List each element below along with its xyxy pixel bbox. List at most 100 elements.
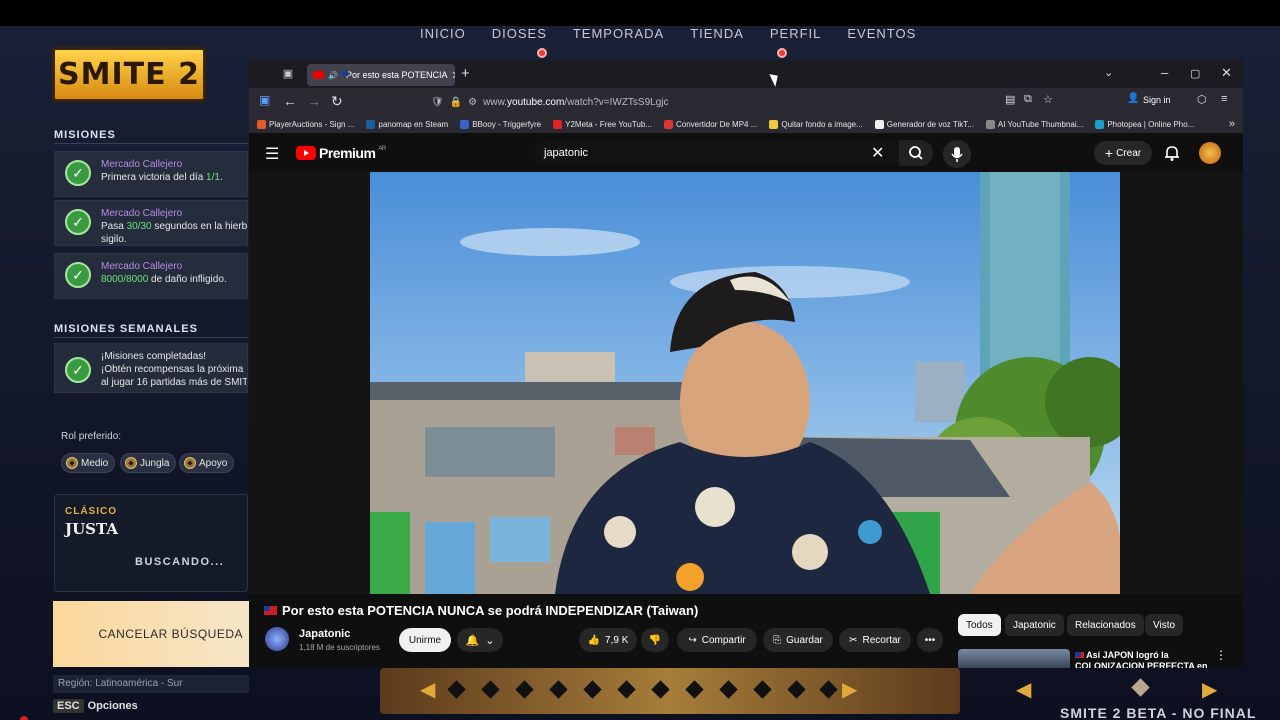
picture-in-picture-icon[interactable]: ⧉ — [1024, 93, 1032, 106]
chevron-down-icon[interactable]: ⌄ — [1104, 66, 1113, 79]
game-nav-tienda[interactable]: TIENDA — [690, 26, 744, 41]
lock-icon[interactable]: 🔒 — [450, 97, 462, 108]
more-actions-button[interactable]: ••• — [917, 628, 943, 652]
sign-in-button[interactable]: Sign in — [1143, 95, 1171, 105]
chip-relacionados[interactable]: Relacionados — [1067, 614, 1144, 636]
bookmark-item[interactable]: Convertidor De MP4 ... — [664, 120, 757, 129]
region-label: Región: Latinoamérica - Sur — [53, 675, 249, 693]
avatar[interactable] — [1199, 142, 1221, 164]
divider — [54, 143, 248, 144]
maximize-icon[interactable]: ▢ — [1190, 67, 1200, 80]
clear-search-icon[interactable]: ✕ — [871, 143, 884, 163]
chip-japatonic[interactable]: Japatonic — [1005, 614, 1064, 636]
extensions-icon[interactable]: ⬡ — [1197, 93, 1207, 106]
save-button[interactable]: ⎘ Guardar — [763, 628, 833, 652]
bookmark-item[interactable]: AI YouTube Thumbnai... — [985, 120, 1083, 129]
chip-visto[interactable]: Visto — [1145, 614, 1184, 636]
cancel-search-button[interactable]: CANCELAR BÚSQUEDA — [53, 601, 249, 667]
check-icon: ✓ — [65, 262, 91, 288]
record-indicator-icon — [20, 716, 28, 720]
share-button[interactable]: ↪ Compartir — [677, 628, 757, 652]
url-bar[interactable]: 🛡 🔒 ⚙ www.youtube.com/watch?v=IWZTsS9Lgj… — [423, 92, 1073, 112]
tab-youtube[interactable]: 🔊 Por esto esta POTENCIA ✕ — [307, 64, 455, 86]
youtube-logo[interactable]: Premium AR — [296, 145, 386, 161]
bell-icon — [1165, 146, 1179, 161]
game-nav-eventos[interactable]: EVENTOS — [847, 26, 916, 41]
subscription-bell-button[interactable]: 🔔 ⌄ — [457, 628, 503, 652]
role-icon: ◆ — [66, 457, 78, 469]
forward-icon[interactable]: → — [307, 93, 321, 109]
esc-options[interactable]: ESC Opciones — [53, 699, 138, 713]
chip-todos[interactable]: Todos — [958, 614, 1001, 636]
close-window-icon[interactable]: ✕ — [1221, 65, 1232, 81]
bookmarks-bar: PlayerAuctions - Sign ... panomap en Ste… — [249, 116, 1243, 134]
notifications-button[interactable] — [1164, 144, 1180, 167]
menu-icon[interactable]: ≡ — [1221, 93, 1227, 105]
reader-view-icon[interactable]: ▤ — [1005, 93, 1015, 106]
star-icon[interactable]: ☆ — [1043, 93, 1053, 106]
youtube-header: ☰ Premium AR japatonic ✕ + Crear — [249, 134, 1243, 172]
bookmark-item[interactable]: BBooy - Triggerfyre — [460, 120, 541, 129]
queue-type: CLÁSICO — [65, 506, 117, 517]
create-label: Crear — [1116, 147, 1142, 159]
queue-status: BUSCANDO... — [135, 556, 225, 568]
dislike-button[interactable]: 👎 — [641, 628, 669, 652]
video-player[interactable] — [370, 172, 1120, 594]
close-tab-icon[interactable]: ✕ — [452, 69, 455, 82]
esc-key: ESC — [53, 699, 84, 713]
bookmark-item[interactable]: PlayerAuctions - Sign ... — [257, 120, 354, 129]
search-button[interactable] — [899, 140, 933, 166]
chevron-left-icon[interactable]: ◀ — [1016, 677, 1031, 702]
bookmark-item[interactable]: Photopea | Online Pho... — [1095, 120, 1194, 129]
clip-label: Recortar — [862, 634, 901, 646]
recommended-title[interactable]: Así JAPON logró la COLONIZACION PERFECTA… — [1075, 650, 1215, 668]
new-tab-icon[interactable]: + — [461, 65, 470, 82]
bookmark-item[interactable]: Generador de voz TikT... — [874, 120, 974, 129]
hamburger-menu-icon[interactable]: ☰ — [265, 144, 279, 164]
clip-button[interactable]: ✂ Recortar — [839, 628, 911, 652]
permissions-icon[interactable]: ⚙ — [468, 97, 477, 108]
join-button[interactable]: Unirme — [399, 628, 451, 652]
bookmark-favicon-icon — [664, 120, 673, 129]
channel-avatar[interactable] — [265, 627, 289, 651]
bookmark-item[interactable]: Y2Meta - Free YouTub... — [553, 120, 652, 129]
sidebar-icon[interactable]: ▣ — [259, 93, 270, 107]
save-label: Guardar — [786, 634, 823, 646]
game-nav-dioses[interactable]: DIOSES — [492, 26, 547, 41]
plus-icon: + — [1104, 145, 1114, 161]
role-apoyo[interactable]: ◆ Apoyo — [179, 453, 235, 473]
shield-icon[interactable]: 🛡 — [431, 97, 444, 108]
chevron-double-right-icon[interactable]: » — [1229, 118, 1235, 130]
search-input[interactable]: japatonic — [534, 140, 928, 166]
bookmark-item[interactable]: panomap en Steam — [366, 120, 448, 129]
screen-top-bar — [0, 0, 1280, 26]
chevron-right-icon[interactable]: ▶ — [1202, 677, 1217, 702]
chevron-left-icon[interactable]: ◀ — [420, 677, 435, 702]
role-medio[interactable]: ◆ Medio — [61, 453, 116, 473]
back-icon[interactable]: ← — [283, 93, 297, 109]
minimize-icon[interactable]: – — [1161, 65, 1168, 80]
bookmark-item[interactable]: Quitar fondo a image... — [769, 120, 863, 129]
microphone-button[interactable] — [943, 140, 971, 168]
bookmark-favicon-icon — [1095, 120, 1105, 129]
speaker-icon[interactable]: 🔊 — [328, 71, 338, 80]
recommended-thumbnail[interactable] — [958, 649, 1070, 668]
role-icon: ◆ — [184, 457, 196, 469]
chevron-right-icon[interactable]: ▶ — [842, 677, 857, 702]
check-icon: ✓ — [65, 209, 91, 235]
game-nav-perfil[interactable]: PERFIL — [770, 26, 822, 41]
create-button[interactable]: + Crear — [1094, 141, 1152, 165]
game-nav-inicio[interactable]: INICIO — [420, 26, 466, 41]
tab-list-icon[interactable]: ▣ — [281, 67, 295, 81]
preferred-role-label: Rol preferido: — [61, 431, 122, 442]
role-jungla[interactable]: ◆ Jungla — [120, 453, 177, 473]
like-button[interactable]: 👍 7,9 K — [579, 628, 637, 652]
game-nav-temporada[interactable]: TEMPORADA — [573, 26, 664, 41]
url-text[interactable]: www.youtube.com/watch?v=IWZTsS9Lgjc — [483, 97, 668, 108]
reload-icon[interactable]: ↻ — [331, 93, 343, 110]
share-label: Compartir — [701, 634, 746, 646]
bell-icon: 🔔 — [465, 634, 480, 647]
account-icon[interactable]: 👤 — [1127, 93, 1139, 104]
more-vertical-icon[interactable]: ⋮ — [1215, 648, 1227, 662]
channel-name[interactable]: Japatonic — [299, 628, 350, 640]
